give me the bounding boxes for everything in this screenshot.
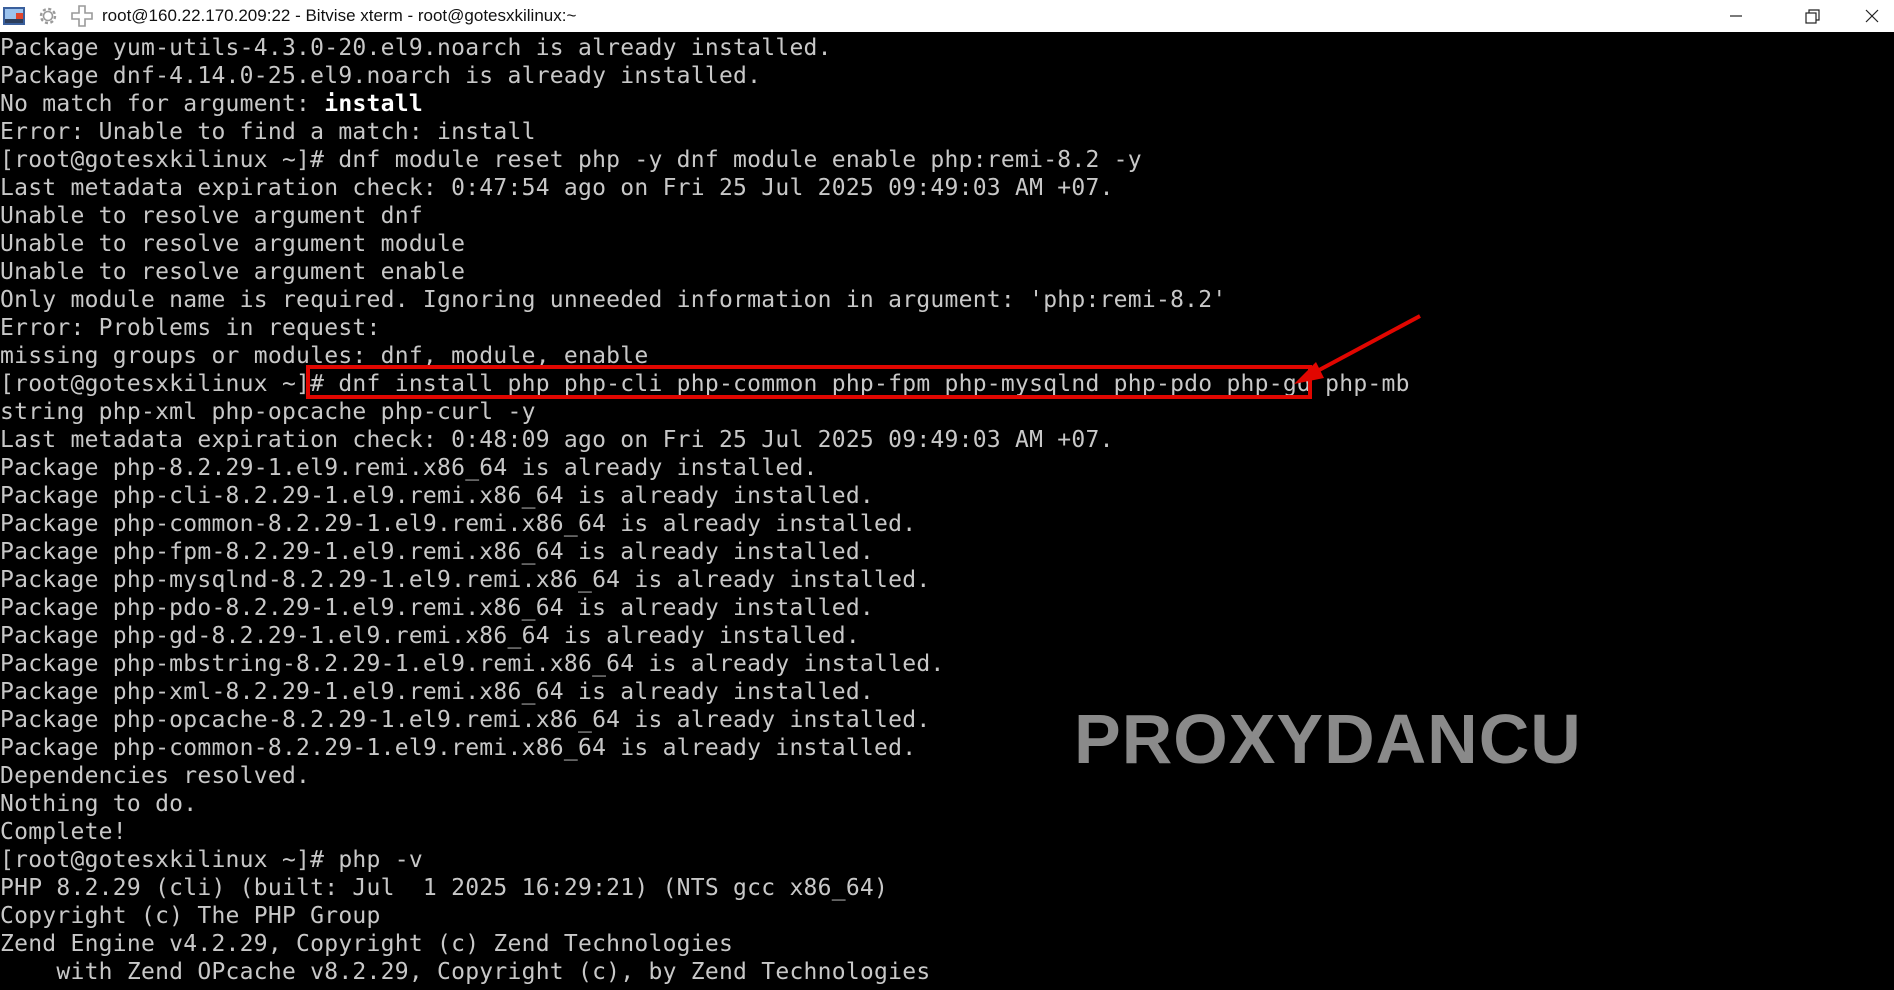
terminal-line: Package php-8.2.29-1.el9.remi.x86_64 is … xyxy=(0,455,818,481)
terminal-line: PHP 8.2.29 (cli) (built: Jul 1 2025 16:2… xyxy=(0,875,889,901)
prompt-line: [root@gotesxkilinux ~]# php -v xyxy=(0,847,423,873)
terminal-line: Dependencies resolved. xyxy=(0,763,311,789)
terminal-line: Package php-mbstring-8.2.29-1.el9.remi.x… xyxy=(0,651,945,677)
watermark: PROXYDANCU xyxy=(1074,700,1582,778)
terminal-line: Unable to resolve argument dnf xyxy=(0,203,423,229)
bold-argument: install xyxy=(324,91,423,117)
terminal-line: Package dnf-4.14.0-25.el9.noarch is alre… xyxy=(0,63,762,89)
terminal-output[interactable]: Package yum-utils-4.3.0-20.el9.noarch is… xyxy=(0,32,1894,990)
terminal-line: Package php-opcache-8.2.29-1.el9.remi.x8… xyxy=(0,707,931,733)
terminal-line: Complete! xyxy=(0,819,127,845)
terminal-line: Error: Unable to find a match: install xyxy=(0,119,536,145)
terminal-line: Package php-gd-8.2.29-1.el9.remi.x86_64 … xyxy=(0,623,860,649)
terminal-line: Package php-xml-8.2.29-1.el9.remi.x86_64… xyxy=(0,679,875,705)
minimize-icon[interactable] xyxy=(1706,0,1766,32)
terminal-line: string php-xml php-opcache php-curl -y xyxy=(0,399,536,425)
window-titlebar: root@160.22.170.209:22 - Bitvise xterm -… xyxy=(0,0,1894,33)
terminal-line: Nothing to do. xyxy=(0,791,198,817)
terminal-line: Unable to resolve argument enable xyxy=(0,259,466,285)
terminal-line: No match for argument: install xyxy=(0,90,423,118)
terminal-line: Package php-mysqlnd-8.2.29-1.el9.remi.x8… xyxy=(0,567,931,593)
gear-icon[interactable] xyxy=(36,4,60,28)
terminal-line: Package php-common-8.2.29-1.el9.remi.x86… xyxy=(0,511,917,537)
new-window-icon[interactable] xyxy=(70,4,94,28)
terminal-line: Copyright (c) The PHP Group xyxy=(0,903,381,929)
red-arrow-annotation xyxy=(1294,314,1421,384)
terminal-line: Last metadata expiration check: 0:47:54 … xyxy=(0,175,1114,201)
terminal-line: with Zend OPcache v8.2.29, Copyright (c)… xyxy=(0,959,931,985)
terminal-line: Last metadata expiration check: 0:48:09 … xyxy=(0,427,1114,453)
terminal-line: Package php-fpm-8.2.29-1.el9.remi.x86_64… xyxy=(0,539,875,565)
window-title: root@160.22.170.209:22 - Bitvise xterm -… xyxy=(102,6,577,25)
terminal-line: Package php-common-8.2.29-1.el9.remi.x86… xyxy=(0,735,917,761)
bitvise-app-icon[interactable] xyxy=(2,4,26,28)
terminal-line: Only module name is required. Ignoring u… xyxy=(0,287,1227,313)
terminal-line: Package yum-utils-4.3.0-20.el9.noarch is… xyxy=(0,35,832,61)
restore-icon[interactable] xyxy=(1782,0,1842,32)
terminal-line: Package php-cli-8.2.29-1.el9.remi.x86_64… xyxy=(0,483,875,509)
command-highlight-box xyxy=(306,365,1312,399)
terminal-line: Package php-pdo-8.2.29-1.el9.remi.x86_64… xyxy=(0,595,875,621)
terminal-line: Zend Engine v4.2.29, Copyright (c) Zend … xyxy=(0,931,734,957)
close-icon[interactable] xyxy=(1842,0,1894,32)
terminal-line: Error: Problems in request: xyxy=(0,315,381,341)
prompt-line: [root@gotesxkilinux ~]# dnf module reset… xyxy=(0,147,1142,173)
terminal-text: No match for argument: xyxy=(0,91,325,117)
terminal-line: Unable to resolve argument module xyxy=(0,231,466,257)
